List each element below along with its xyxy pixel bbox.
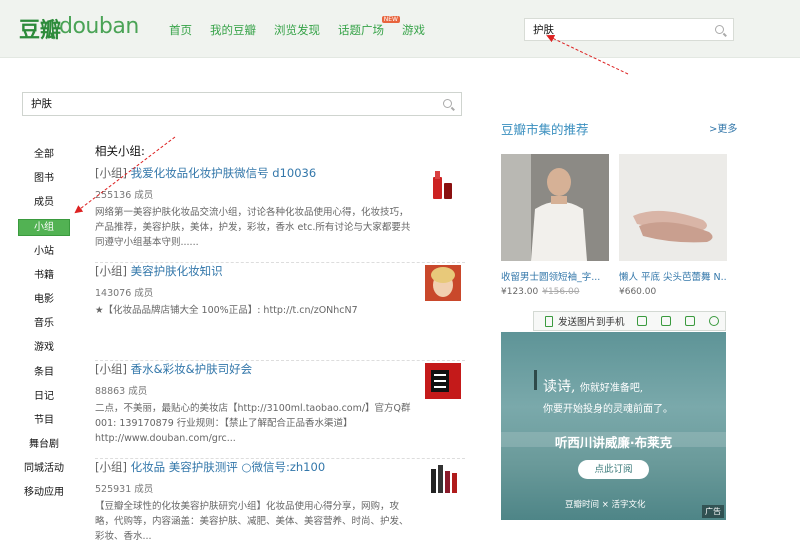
category-item[interactable]: 书籍 (18, 264, 70, 288)
product-image-man-tshirt[interactable] (501, 154, 609, 261)
douban-logo-cn[interactable]: 豆瓣 (19, 14, 61, 44)
cosmetics-thumbnail[interactable] (425, 461, 461, 497)
product-name[interactable]: 收留男士圆领短袖_字... (501, 269, 609, 283)
send-to-phone-button[interactable]: 发送图片到手机 (558, 314, 625, 328)
ad-brand: 豆瓣时间 × 活字文化 (565, 500, 646, 510)
category-item[interactable]: 日记 (18, 385, 70, 409)
ad-poem-line1b: 你就好准备吧, (579, 383, 644, 394)
item-desc: 二点，不美丽，最贴心的美妆店【http://3100ml.taobao.com/… (95, 403, 411, 444)
search-icon[interactable] (715, 25, 724, 34)
category-nav: 全部 图书 成员小组小站 书籍 电影 音乐 游戏 条目 日记 节目 舞台剧 同城活动 移动应用 (18, 143, 70, 506)
nav-my-douban[interactable]: 我的豆瓣 (210, 22, 256, 38)
item-name[interactable]: 香水&彩妆&护肤司好会 (131, 362, 252, 376)
category-item[interactable]: 成员 (18, 191, 70, 215)
main-search-input[interactable] (31, 97, 201, 109)
product-name[interactable]: 懒人 平底 尖头芭蕾舞 N... (619, 269, 727, 283)
category-item[interactable]: 电影 (18, 288, 70, 312)
douban-logo-en[interactable]: douban (59, 14, 139, 39)
top-nav: 首页 我的豆瓣 浏览发现 话题广场 NEW 游戏 (169, 16, 443, 38)
item-title[interactable]: [小组] 我爱化妆品化妆护肤微信号 d10036 (95, 165, 465, 181)
category-item[interactable]: 音乐 (18, 312, 70, 336)
results-title: 相关小组: (95, 144, 145, 158)
item-name[interactable]: 化妆品 美容护肤测评 ○微信号:zh100 (131, 460, 326, 474)
category-item[interactable]: 舞台剧 (18, 433, 70, 457)
ad-poem-line1a: 读诗, (543, 379, 576, 395)
market-more-link[interactable]: >更多 (709, 120, 737, 135)
category-item[interactable]: 小组 (18, 218, 70, 236)
item-tag: [小组] (95, 264, 127, 278)
item-desc: ★【化妆品品牌店铺大全 100%正品】: http://t.cn/zONhcN7 (95, 305, 358, 316)
item-members: 525931 成员 (95, 484, 154, 495)
product-price: ¥123.00 ¥156.00 (501, 287, 609, 297)
item-title[interactable]: [小组] 香水&彩妆&护肤司好会 (95, 361, 465, 377)
market-title: 豆瓣市集的推荐 (501, 122, 589, 137)
standing-figure (534, 370, 537, 390)
price-current: ¥660.00 (619, 287, 657, 297)
price-original: ¥156.00 (542, 287, 580, 297)
nav-home[interactable]: 首页 (169, 22, 192, 38)
item-title[interactable]: [小组] 化妆品 美容护肤测评 ○微信号:zh100 (95, 459, 465, 475)
item-name[interactable]: 我爱化妆品化妆护肤微信号 d10036 (131, 166, 317, 180)
subscribe-button[interactable]: 点此订阅 (578, 460, 649, 479)
advertisement-banner[interactable]: 读诗, 你就好准备吧, 你要开始投身的灵魂前面了。 听西川讲威廉·布莱克 点此订… (501, 332, 726, 520)
nav-topics[interactable]: 话题广场 NEW (338, 16, 400, 38)
category-item[interactable]: 图书 (18, 167, 70, 191)
item-tag: [小组] (95, 166, 127, 180)
main-search-box[interactable] (22, 92, 462, 116)
share-icon[interactable] (685, 316, 695, 326)
category-item[interactable]: 游戏 (18, 336, 70, 360)
list-item: [小组] 香水&彩妆&护肤司好会 88863 成员 二点，不美丽，最贴心的美妆店… (95, 361, 465, 459)
list-item: [小组] 美容护肤化妆知识 143076 成员 ★【化妆品品牌店铺大全 100%… (95, 263, 465, 361)
search-icon[interactable] (443, 99, 452, 108)
top-search-input[interactable] (533, 23, 703, 35)
item-title[interactable]: [小组] 美容护肤化妆知识 (95, 263, 465, 279)
nav-games[interactable]: 游戏 (402, 22, 425, 38)
portrait-thumbnail[interactable] (425, 265, 461, 301)
product-price: ¥660.00 (619, 287, 727, 297)
settings-icon[interactable] (709, 316, 719, 326)
product-image-flat-shoes[interactable] (619, 154, 727, 261)
category-item[interactable]: 小站 (18, 240, 70, 264)
category-item[interactable]: 节目 (18, 409, 70, 433)
ad-poem-line2: 你要开始投身的灵魂前面了。 (543, 404, 673, 415)
results-list: 相关小组: [小组] 我爱化妆品化妆护肤微信号 d10036 255136 成员… (95, 143, 465, 557)
ad-headline: 听西川讲威廉·布莱克 (554, 435, 673, 450)
item-members: 88863 成员 (95, 386, 148, 397)
nav-browse[interactable]: 浏览发现 (274, 22, 320, 38)
list-item: [小组] 我爱化妆品化妆护肤微信号 d10036 255136 成员 网络第一美… (95, 165, 465, 263)
ad-label: 广告 (702, 505, 724, 518)
logo-thumbnail[interactable] (425, 363, 461, 399)
ad-toolbar: 发送图片到手机 (533, 311, 726, 331)
price-current: ¥123.00 (501, 287, 539, 297)
category-item[interactable]: 移动应用 (18, 481, 70, 505)
ad-poem-line1: 读诗, 你就好准备吧, (543, 376, 643, 396)
item-desc: 【豆瓣全球性的化妆美容护肤研究小组】化妆品使用心得分享，网购，攻略，代购等，内容… (95, 501, 409, 542)
lipstick-thumbnail[interactable] (425, 167, 461, 203)
category-item[interactable]: 全部 (18, 143, 70, 167)
site-header: 豆瓣 douban 首页 我的豆瓣 浏览发现 话题广场 NEW 游戏 (0, 0, 800, 58)
copy-icon[interactable] (661, 316, 671, 326)
item-tag: [小组] (95, 460, 127, 474)
list-item: [小组] 化妆品 美容护肤测评 ○微信号:zh100 525931 成员 【豆瓣… (95, 459, 465, 557)
nav-topics-label: 话题广场 (338, 23, 384, 37)
item-tag: [小组] (95, 362, 127, 376)
item-desc: 网络第一美容护肤化妆品交流小组，讨论各种化妆品使用心得，化妆技巧，产品推荐，美容… (95, 207, 411, 248)
new-badge: NEW (381, 16, 400, 23)
expand-icon[interactable] (637, 316, 647, 326)
product-card[interactable]: 收留男士圆领短袖_字... ¥123.00 ¥156.00 (501, 154, 609, 297)
product-card[interactable]: 懒人 平底 尖头芭蕾舞 N... ¥660.00 (619, 154, 727, 297)
item-members: 255136 成员 (95, 190, 154, 201)
phone-icon[interactable] (545, 316, 553, 327)
item-name[interactable]: 美容护肤化妆知识 (131, 264, 223, 278)
category-item[interactable]: 条目 (18, 361, 70, 385)
category-item[interactable]: 同城活动 (18, 457, 70, 481)
top-search-box[interactable] (524, 18, 734, 41)
item-members: 143076 成员 (95, 288, 154, 299)
